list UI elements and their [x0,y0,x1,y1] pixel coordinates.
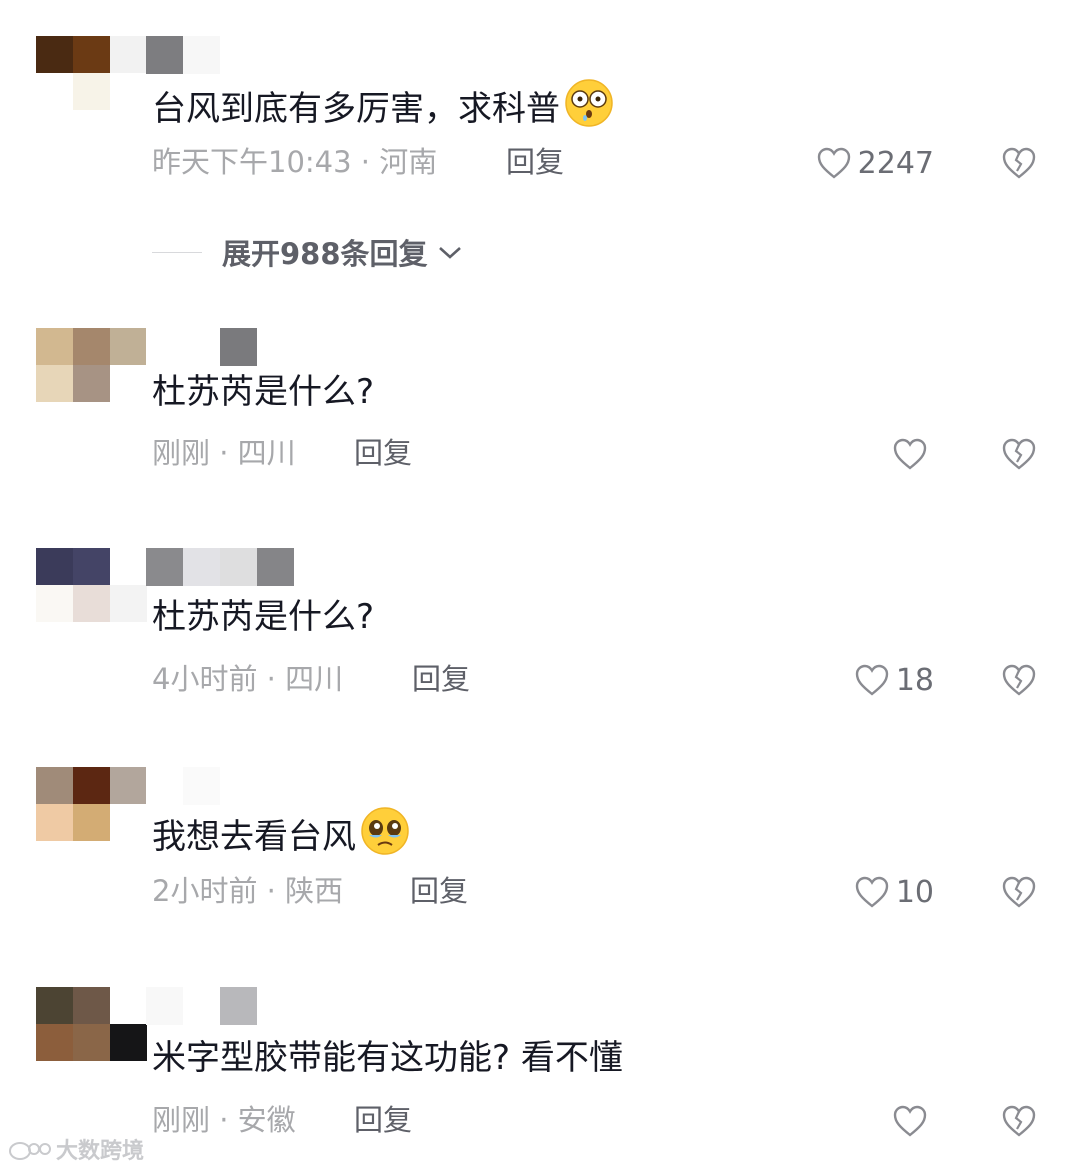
like-count: 10 [895,874,934,910]
comment-time-location: 昨天下午10:43 · 河南 [152,145,438,179]
avatar-pixel [36,804,73,841]
avatar-pixel [73,1024,110,1061]
dislike-button[interactable] [1000,660,1038,700]
avatar-pixel [36,1024,73,1061]
avatar[interactable] [36,36,147,110]
avatar-pixel [110,365,147,402]
comment-text: 米字型胶带能有这功能? 看不懂 [152,1036,623,1080]
username-blurred[interactable] [146,987,257,1025]
avatar[interactable] [36,767,147,841]
avatar-pixel [73,987,110,1024]
avatar-pixel [110,767,147,804]
reply-button[interactable]: 回复 [354,1100,412,1140]
username-blurred[interactable] [146,328,257,366]
reply-button[interactable]: 回复 [410,871,468,911]
broken-heart-icon [1002,1105,1036,1137]
avatar-pixel [110,36,147,73]
avatar[interactable] [36,328,147,402]
avatar-pixel [110,328,147,365]
avatar-pixel [110,1024,147,1061]
comment-text: 我想去看台风 [152,806,410,867]
like-button[interactable] [892,434,934,474]
dislike-button[interactable] [1000,872,1038,912]
dislike-button[interactable] [1000,434,1038,474]
avatar-pixel [73,548,110,585]
comment-text-content: 杜苏芮是什么? [152,597,375,637]
like-count: 18 [895,662,934,698]
comment-time-location: 4小时前 · 四川 [152,662,344,696]
avatar-pixel [73,767,110,804]
broken-heart-icon [1002,147,1036,179]
comment-text-content: 杜苏芮是什么? [152,372,375,412]
comment-text-content: 台风到底有多厉害，求科普 [152,88,560,129]
expand-replies-button[interactable]: 展开988条回复 [152,232,466,272]
comment-text: 杜苏芮是什么? [152,370,374,414]
avatar[interactable] [36,548,147,622]
weibo-logo-icon [9,1142,51,1160]
avatar-pixel [36,328,73,365]
avatar-pixel [110,585,147,622]
dizzy-face-emoji [564,78,614,139]
comment-time-location: 刚刚 · 四川 [152,436,296,470]
divider-line [152,251,202,253]
avatar-pixel [73,36,110,73]
reply-button[interactable]: 回复 [412,659,470,699]
expand-replies-label: 展开988条回复 [222,237,428,271]
broken-heart-icon [1002,438,1036,470]
avatar-pixel [73,585,110,622]
heart-icon [893,438,927,470]
like-button[interactable]: 18 [854,660,934,700]
avatar[interactable] [36,987,147,1061]
dislike-button[interactable] [1000,1101,1038,1141]
chevron-down-icon [438,247,461,259]
avatar-pixel [73,73,110,110]
avatar-pixel [36,548,73,585]
comment-text-content: 米字型胶带能有这功能? 看不懂 [152,1038,623,1078]
avatar-pixel [110,804,147,841]
avatar-pixel [110,987,147,1024]
heart-icon [893,1105,927,1137]
watermark-text: 大数跨境 [56,1139,145,1164]
like-button[interactable]: 10 [854,872,934,912]
broken-heart-icon [1002,876,1036,908]
username-blurred[interactable] [146,548,294,586]
username-blurred[interactable] [146,36,220,74]
broken-heart-icon [1002,664,1036,696]
comment-text: 杜苏芮是什么? [152,595,374,639]
avatar-pixel [36,73,73,110]
like-button[interactable] [892,1101,934,1141]
avatar-pixel [110,73,147,110]
comment-text: 台风到底有多厉害，求科普 [152,78,614,139]
avatar-pixel [73,365,110,402]
avatar-pixel [36,767,73,804]
reply-button[interactable]: 回复 [354,433,412,473]
heart-icon [855,664,889,696]
avatar-pixel [73,328,110,365]
reply-button[interactable]: 回复 [506,142,564,182]
avatar-pixel [73,804,110,841]
heart-icon [855,876,889,908]
avatar-pixel [36,585,73,622]
like-button[interactable]: 2247 [816,143,934,183]
username-blurred[interactable] [146,767,220,805]
comment-text-content: 我想去看台风 [152,816,356,857]
avatar-pixel [36,36,73,73]
like-count: 2247 [857,145,934,181]
dislike-button[interactable] [1000,143,1038,183]
comment-time-location: 2小时前 · 陕西 [152,874,344,908]
comment-time-location: 刚刚 · 安徽 [152,1103,296,1137]
avatar-pixel [36,987,73,1024]
avatar-pixel [110,548,147,585]
heart-icon [817,147,850,179]
watermark: 大数跨境 [8,1133,144,1165]
avatar-pixel [36,365,73,402]
pleading-face-emoji [360,806,410,867]
